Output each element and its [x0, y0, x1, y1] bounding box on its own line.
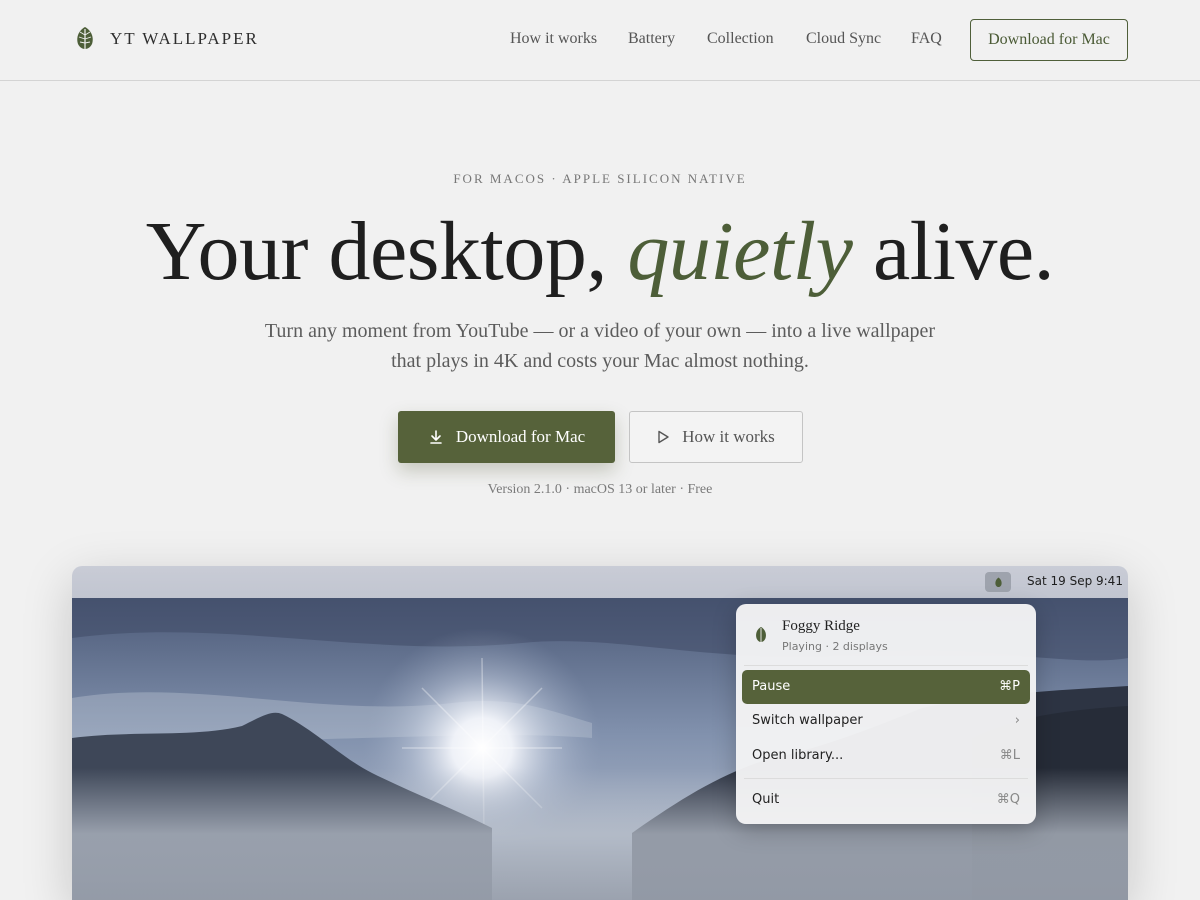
menu-item-switch-wallpaper[interactable]: Switch wallpaper ›	[742, 704, 1030, 738]
menu-wallpaper-title: Foggy Ridge	[782, 618, 860, 634]
hero-eyebrow: FOR MACOS · APPLE SILICON NATIVE	[453, 171, 747, 186]
headline-part-2: alive.	[852, 205, 1055, 298]
download-icon	[430, 430, 442, 444]
nav-battery[interactable]: Battery	[628, 30, 675, 48]
nav-how-it-works[interactable]: How it works	[510, 30, 597, 48]
menubar-clock: Sat 19 Sep 9:41	[1027, 574, 1123, 588]
leaf-logo-icon	[756, 627, 766, 644]
menu-item-label: Quit	[752, 792, 780, 807]
menu-status: Playing · 2 displays	[782, 640, 888, 653]
menu-item-label: Pause	[752, 679, 791, 694]
menu-item-shortcut: ⌘P	[999, 679, 1020, 694]
menu-item-label: Switch wallpaper	[752, 713, 863, 728]
menu-divider	[744, 778, 1028, 779]
hero-headline: Your desktop, quietly alive.	[0, 196, 1200, 308]
desktop-preview: Sat 19 Sep 9:41 Foggy Ridge Playing · 2 …	[72, 566, 1128, 900]
menubar-app-button[interactable]	[985, 572, 1011, 592]
version-info: Version 2.1.0 · macOS 13 or later · Free	[487, 482, 713, 497]
hero-subhead: Turn any moment from YouTube — or a vide…	[264, 320, 936, 372]
menu-header: Foggy Ridge Playing · 2 displays	[736, 604, 1036, 666]
headline-accent: quietly	[627, 205, 853, 298]
play-icon	[658, 430, 669, 444]
app-menu: Foggy Ridge Playing · 2 displays Pause ⌘…	[736, 604, 1036, 824]
nav-collection[interactable]: Collection	[707, 30, 774, 48]
header-download-button[interactable]: Download for Mac	[970, 19, 1128, 61]
how-it-works-button-label: How it works	[682, 427, 775, 446]
headline-part-1: Your desktop,	[145, 205, 628, 298]
menu-item-pause[interactable]: Pause ⌘P	[742, 670, 1030, 704]
menu-item-open-library[interactable]: Open library... ⌘L	[742, 739, 1030, 773]
how-it-works-button[interactable]: How it works	[629, 411, 803, 463]
menubar-leaf-icon	[994, 577, 1002, 587]
nav-cloud-sync[interactable]: Cloud Sync	[806, 30, 881, 48]
menu-item-label: Open library...	[752, 748, 844, 763]
menu-item-shortcut: ⌘Q	[996, 792, 1020, 807]
chevron-right-icon: ›	[1014, 713, 1020, 728]
menu-item-quit[interactable]: Quit ⌘Q	[742, 783, 1030, 817]
download-button[interactable]: Download for Mac	[398, 411, 615, 463]
menubar: Sat 19 Sep 9:41	[72, 566, 1128, 598]
menu-item-shortcut: ⌘L	[999, 748, 1020, 763]
site-header: YT WALLPAPER How it works Battery Collec…	[0, 0, 1200, 81]
menu-divider	[744, 665, 1028, 666]
nav-faq[interactable]: FAQ	[911, 30, 942, 48]
download-button-label: Download for Mac	[455, 427, 586, 446]
